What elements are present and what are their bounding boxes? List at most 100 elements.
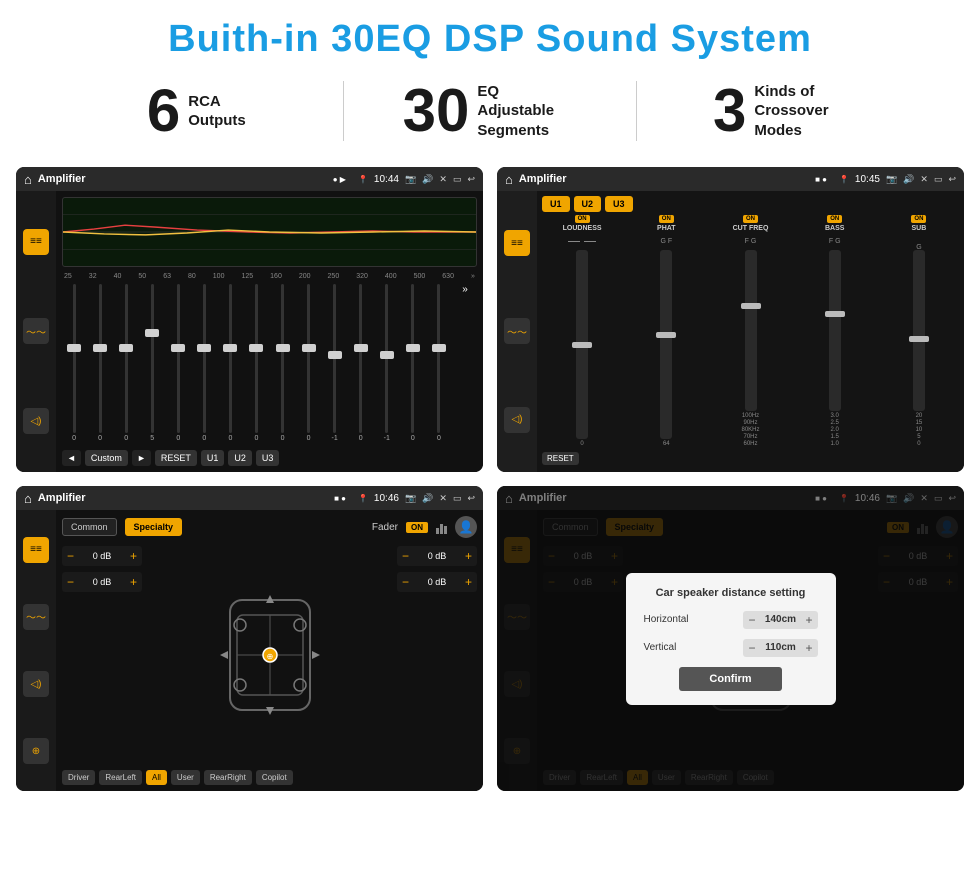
fader-rr-plus[interactable]: + <box>465 575 472 589</box>
fader-fr-plus[interactable]: + <box>465 549 472 563</box>
zone-all[interactable]: All <box>146 770 167 785</box>
eq-slider-4[interactable]: 0 <box>166 284 190 442</box>
stat-divider-2 <box>636 81 637 141</box>
amp-cutfreq-col: ON CUT FREQ F G 100Hz 90Hz 80KHz <box>710 215 790 447</box>
eq-slider-3[interactable]: 5 <box>140 284 164 442</box>
back-icon-1[interactable]: ↩ <box>467 174 475 185</box>
amp-eq-icon[interactable]: ≡≡ <box>504 230 530 256</box>
amp-vol-icon[interactable]: ◁) <box>504 407 530 433</box>
fader-fl-row: − 0 dB + <box>62 546 142 566</box>
dialog-horizontal-plus[interactable]: + <box>805 613 812 627</box>
eq-graph <box>62 197 477 267</box>
fader-fr-val: 0 dB <box>413 551 461 561</box>
zone-rearleft[interactable]: RearLeft <box>99 770 142 785</box>
sub-slider[interactable] <box>913 250 925 411</box>
eq-prev-btn[interactable]: ◄ <box>62 450 81 466</box>
dialog-vertical-plus[interactable]: + <box>805 641 812 655</box>
status-bar-3: ⌂ Amplifier ■ ● 📍 10:46 📷 🔊 ✕ ▭ ↩ <box>16 486 483 510</box>
cutfreq-label: CUT FREQ <box>733 225 769 232</box>
eq-u1-btn[interactable]: U1 <box>201 450 225 466</box>
eq-slider-12[interactable]: -1 <box>375 284 399 442</box>
eq-slider-7[interactable]: 0 <box>244 284 268 442</box>
eq-icon-active[interactable]: ≡≡ <box>23 229 49 255</box>
dialog-horizontal-value: 140cm <box>760 614 800 625</box>
screen3-title: Amplifier <box>38 492 328 504</box>
fader-vol-icon[interactable]: ◁) <box>23 671 49 697</box>
bass-slider[interactable] <box>829 250 841 411</box>
cutfreq-on-badge: ON <box>743 215 758 223</box>
eq-icon-vol[interactable]: ◁) <box>23 408 49 434</box>
amp-u1-btn[interactable]: U1 <box>542 196 570 212</box>
eq-slider-10[interactable]: -1 <box>323 284 347 442</box>
eq-custom-btn[interactable]: Custom <box>85 450 128 466</box>
fader-sidebar: ≡≡ 〜〜 ◁) ⊕ <box>16 510 56 791</box>
amp-reset-row: RESET <box>542 450 959 467</box>
dialog-horizontal-minus[interactable]: − <box>748 613 755 627</box>
home-icon-1[interactable]: ⌂ <box>24 172 32 187</box>
stat-crossover: 3 Kinds ofCrossover Modes <box>647 81 920 141</box>
eq-slider-8[interactable]: 0 <box>271 284 295 442</box>
eq-slider-14[interactable]: 0 <box>427 284 451 442</box>
loudness-label: LOUDNESS <box>563 225 602 232</box>
profile-icon[interactable]: 👤 <box>455 516 477 538</box>
rect-icon-3: ▭ <box>453 493 462 504</box>
screens-grid: ⌂ Amplifier ● ▶ 📍 10:44 📷 🔊 ✕ ▭ ↩ ≡≡ 〜〜 … <box>0 159 980 799</box>
eq-next-btn[interactable]: ► <box>132 450 151 466</box>
eq-slider-13[interactable]: 0 <box>401 284 425 442</box>
cutfreq-slider[interactable] <box>745 250 757 411</box>
amp-full-content: ≡≡ 〜〜 ◁) U1 U2 U3 ON LOUDNESS <box>497 191 964 472</box>
fader-eq-icon[interactable]: ≡≡ <box>23 537 49 563</box>
zone-rearright[interactable]: RearRight <box>204 770 252 785</box>
eq-slider-11[interactable]: 0 <box>349 284 373 442</box>
fader-rr-minus[interactable]: − <box>402 575 409 589</box>
zone-copilot[interactable]: Copilot <box>256 770 293 785</box>
loudness-val: 0 <box>580 441 583 447</box>
fader-fl-plus[interactable]: + <box>130 549 137 563</box>
fader-rl-minus[interactable]: − <box>67 575 74 589</box>
loudness-slider[interactable] <box>576 250 588 439</box>
home-icon-3[interactable]: ⌂ <box>24 491 32 506</box>
fader-tab-common[interactable]: Common <box>62 518 117 536</box>
x-icon-2: ✕ <box>920 174 928 185</box>
fader-content: ≡≡ 〜〜 ◁) ⊕ Common Specialty Fader ON <box>16 510 483 791</box>
zone-driver[interactable]: Driver <box>62 770 95 785</box>
amp-reset-btn[interactable]: RESET <box>542 452 579 465</box>
fader-tab-specialty[interactable]: Specialty <box>125 518 183 536</box>
amp-sub-col: ON SUB G 20 15 10 5 0 <box>879 215 959 447</box>
eq-slider-1[interactable]: 0 <box>88 284 112 442</box>
eq-more[interactable]: » <box>453 284 477 442</box>
back-icon-2[interactable]: ↩ <box>948 174 956 185</box>
phat-label: PHAT <box>657 225 676 232</box>
vol-icon-1: 🔊 <box>422 174 433 185</box>
back-icon-3[interactable]: ↩ <box>467 493 475 504</box>
amp-u3-btn[interactable]: U3 <box>605 196 633 212</box>
dialog-vertical-minus[interactable]: − <box>748 641 755 655</box>
eq-slider-0[interactable]: 0 <box>62 284 86 442</box>
fader-expand-icon[interactable]: ⊕ <box>23 738 49 764</box>
fader-fl-minus[interactable]: − <box>67 549 74 563</box>
amp-wave-icon[interactable]: 〜〜 <box>504 318 530 344</box>
zone-user[interactable]: User <box>171 770 200 785</box>
stat-rca-number: 6 <box>147 81 180 141</box>
eq-u3-btn[interactable]: U3 <box>256 450 280 466</box>
dialog-title: Car speaker distance setting <box>644 587 818 599</box>
cam-icon-2: 📷 <box>886 174 897 185</box>
confirm-button[interactable]: Confirm <box>679 667 781 691</box>
eq-u2-btn[interactable]: U2 <box>228 450 252 466</box>
eq-reset-btn[interactable]: RESET <box>155 450 197 466</box>
eq-slider-2[interactable]: 0 <box>114 284 138 442</box>
fader-rl-plus[interactable]: + <box>130 575 137 589</box>
phat-slider[interactable] <box>660 250 672 439</box>
eq-slider-9[interactable]: 0 <box>297 284 321 442</box>
screen1-title: Amplifier <box>38 173 327 185</box>
fader-wave-icon[interactable]: 〜〜 <box>23 604 49 630</box>
phat-val: 64 <box>663 441 670 447</box>
eq-controls: ◄ Custom ► RESET U1 U2 U3 <box>62 450 477 466</box>
amp-u2-btn[interactable]: U2 <box>574 196 602 212</box>
svg-text:⊕: ⊕ <box>266 652 273 661</box>
home-icon-2[interactable]: ⌂ <box>505 172 513 187</box>
fader-fr-minus[interactable]: − <box>402 549 409 563</box>
eq-slider-5[interactable]: 0 <box>192 284 216 442</box>
eq-icon-wave[interactable]: 〜〜 <box>23 318 49 344</box>
eq-slider-6[interactable]: 0 <box>218 284 242 442</box>
